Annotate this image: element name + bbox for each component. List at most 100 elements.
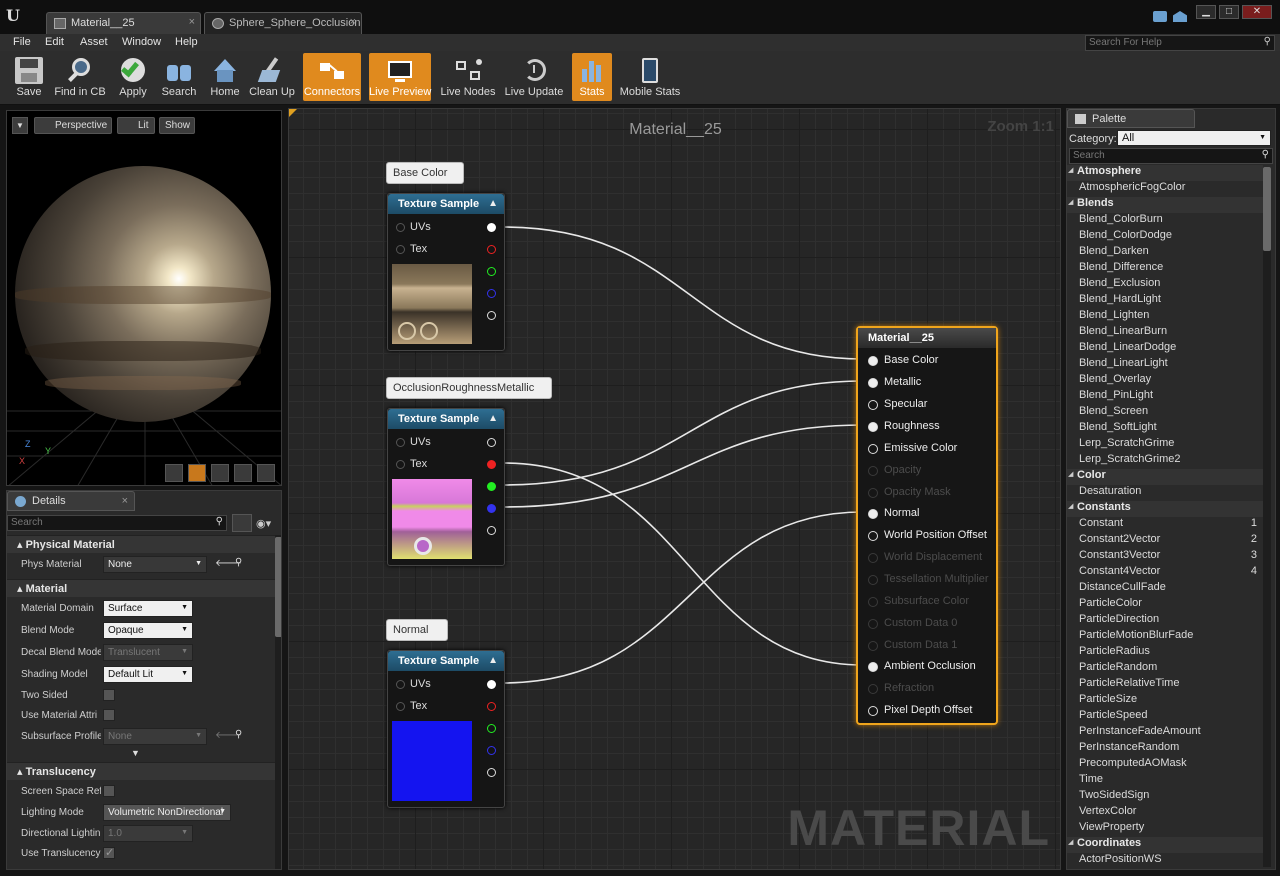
pin-a-out[interactable] <box>487 311 496 320</box>
live-update-button[interactable]: Live Update <box>503 53 565 101</box>
palette-item[interactable]: Blend_LinearDodge <box>1067 341 1263 357</box>
palette-category[interactable]: ◢ Color <box>1067 469 1263 485</box>
grid-view-icon[interactable] <box>232 514 252 532</box>
notification-icon[interactable] <box>1173 11 1187 22</box>
screen-space-reflections-checkbox[interactable] <box>103 785 115 797</box>
texture-sample-node-basecolor[interactable]: Texture Sample ▲ UVs Tex <box>387 193 505 351</box>
pin-rgb-out[interactable] <box>487 680 496 689</box>
palette-item[interactable]: ParticleColor <box>1067 597 1263 613</box>
help-search-input[interactable]: Search For Help ⚲ <box>1085 35 1275 51</box>
close-icon[interactable]: × <box>189 16 195 28</box>
collapse-icon[interactable]: ▲ <box>488 413 498 424</box>
palette-item[interactable]: PerInstanceRandom <box>1067 741 1263 757</box>
palette-tab[interactable]: Palette <box>1067 109 1195 128</box>
palette-item[interactable]: ParticleDirection <box>1067 613 1263 629</box>
palette-search-input[interactable]: Search ⚲ <box>1069 148 1273 164</box>
palette-item[interactable]: Blend_LinearLight <box>1067 357 1263 373</box>
find-in-cb-button[interactable]: Find in CB <box>54 53 106 101</box>
palette-item[interactable]: Time <box>1067 773 1263 789</box>
palette-item[interactable]: Blend_Difference <box>1067 261 1263 277</box>
viewport-options-button[interactable]: ▼ <box>12 117 28 134</box>
blend-mode-dropdown[interactable]: Opaque <box>103 622 193 639</box>
palette-item[interactable]: ParticleRandom <box>1067 661 1263 677</box>
palette-item[interactable]: Blend_Screen <box>1067 405 1263 421</box>
expand-icon[interactable]: ◢ <box>1068 502 1073 510</box>
apply-button[interactable]: Apply <box>113 53 153 101</box>
plane-preview-icon[interactable] <box>211 464 229 482</box>
clean-up-button[interactable]: Clean Up <box>249 53 295 101</box>
pin-tex[interactable] <box>396 245 405 254</box>
home-button[interactable]: Home <box>206 53 244 101</box>
search-icon[interactable]: ⚲ <box>235 557 242 568</box>
palette-category[interactable]: ◢ Constants <box>1067 501 1263 517</box>
pin-a-out[interactable] <box>487 526 496 535</box>
palette-item[interactable]: VertexColor <box>1067 805 1263 821</box>
pin-uvs[interactable] <box>396 438 405 447</box>
comment-orm[interactable]: OcclusionRoughnessMetallic <box>386 377 552 399</box>
material-output-node[interactable]: Material__25 Base Color Metallic Specula… <box>856 326 998 725</box>
use-material-attributes-checkbox[interactable] <box>103 709 115 721</box>
palette-item[interactable]: Constant2Vector 2 <box>1067 533 1263 549</box>
comment-base-color[interactable]: Base Color <box>386 162 464 184</box>
use-translucency-checkbox[interactable] <box>103 846 115 859</box>
palette-category[interactable]: ◢ Coordinates <box>1067 837 1263 853</box>
cylinder-preview-icon[interactable] <box>165 464 183 482</box>
palette-item[interactable]: Blend_Darken <box>1067 245 1263 261</box>
comment-normal[interactable]: Normal <box>386 619 448 641</box>
search-icon[interactable]: ⚲ <box>235 729 242 740</box>
expand-advanced-icon[interactable]: ▼ <box>131 748 140 758</box>
palette-item[interactable]: Blend_HardLight <box>1067 293 1263 309</box>
sphere-preview-icon[interactable] <box>188 464 206 482</box>
menu-edit[interactable]: Edit <box>45 36 64 48</box>
tab-material[interactable]: Material__25 × <box>46 12 201 34</box>
two-sided-checkbox[interactable] <box>103 689 115 701</box>
tab-sphere[interactable]: Sphere_Sphere_OcclusionR × <box>204 12 362 34</box>
save-button[interactable]: Save <box>8 53 50 101</box>
details-tab[interactable]: Details × <box>7 491 135 511</box>
palette-item[interactable]: DistanceCullFade <box>1067 581 1263 597</box>
mobile-stats-button[interactable]: Mobile Stats <box>619 53 681 101</box>
palette-item[interactable]: ParticleRelativeTime <box>1067 677 1263 693</box>
texture-sample-node-normal[interactable]: Texture Sample ▲ UVs Tex <box>387 650 505 808</box>
perspective-button[interactable]: Perspective <box>34 117 112 134</box>
section-material[interactable]: ▴ Material <box>7 579 275 597</box>
scroll-thumb[interactable] <box>275 537 281 637</box>
pin-a-out[interactable] <box>487 768 496 777</box>
palette-item[interactable]: ParticleSpeed <box>1067 709 1263 725</box>
palette-item[interactable]: Blend_Lighten <box>1067 309 1263 325</box>
palette-item[interactable]: PrecomputedAOMask <box>1067 757 1263 773</box>
close-window-button[interactable]: ✕ <box>1242 5 1272 19</box>
pin-r-out[interactable] <box>487 702 496 711</box>
collapse-icon[interactable]: ▲ <box>488 198 498 209</box>
show-button[interactable]: Show <box>159 117 195 134</box>
palette-item[interactable]: Blend_Overlay <box>1067 373 1263 389</box>
directional-lighting-input[interactable]: 1.0 <box>103 825 193 842</box>
expand-icon[interactable]: ◢ <box>1068 198 1073 206</box>
palette-item[interactable]: Blend_SoftLight <box>1067 421 1263 437</box>
expand-icon[interactable]: ◢ <box>1068 838 1073 846</box>
pin-rgb-out[interactable] <box>487 438 496 447</box>
palette-item[interactable]: TwoSidedSign <box>1067 789 1263 805</box>
shading-model-dropdown[interactable]: Default Lit <box>103 666 193 683</box>
section-physical-material[interactable]: ▴ Physical Material <box>7 535 275 553</box>
pin-rgb-out[interactable] <box>487 223 496 232</box>
close-icon[interactable]: × <box>350 16 356 28</box>
stats-button[interactable]: Stats <box>572 53 612 101</box>
palette-item[interactable]: ParticleRadius <box>1067 645 1263 661</box>
maximize-button[interactable]: □ <box>1219 5 1239 19</box>
palette-item[interactable]: PerInstanceFadeAmount <box>1067 725 1263 741</box>
scroll-thumb[interactable] <box>1263 167 1271 251</box>
section-translucency[interactable]: ▴ Translucency <box>7 762 275 780</box>
decal-blend-mode-dropdown[interactable]: Translucent <box>103 644 193 661</box>
palette-item[interactable]: AtmosphericFogColor <box>1067 181 1263 197</box>
expand-icon[interactable]: ◢ <box>1068 470 1073 478</box>
collapse-icon[interactable]: ▲ <box>488 655 498 666</box>
material-domain-dropdown[interactable]: Surface <box>103 600 193 617</box>
details-search-input[interactable]: Search ⚲ <box>7 515 227 531</box>
live-nodes-button[interactable]: Live Nodes <box>440 53 496 101</box>
pin-uvs[interactable] <box>396 223 405 232</box>
lit-button[interactable]: Lit <box>117 117 155 134</box>
cube-preview-icon[interactable] <box>234 464 252 482</box>
palette-item[interactable]: Lerp_ScratchGrime <box>1067 437 1263 453</box>
palette-item[interactable]: Desaturation <box>1067 485 1263 501</box>
